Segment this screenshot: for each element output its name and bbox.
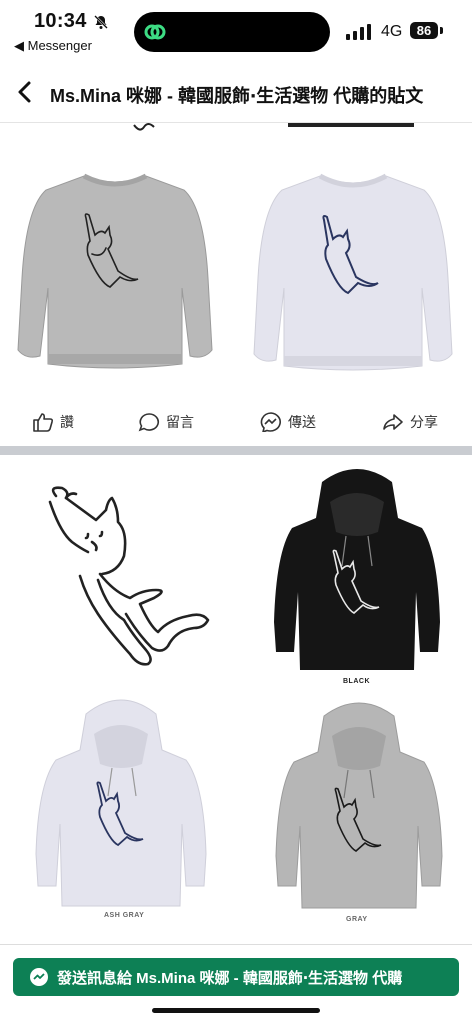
- navigation-bar: Ms.Mina 咪娜 - 韓國服飾‧生活選物 代購的貼文: [0, 62, 472, 123]
- ash-sweatshirt-photo[interactable]: [248, 168, 458, 374]
- post-divider: [0, 446, 472, 455]
- messenger-icon: [260, 412, 281, 432]
- silent-bell-icon: [94, 15, 108, 29]
- send-button[interactable]: 傳送: [260, 412, 316, 432]
- back-to-messenger[interactable]: ◀ Messenger: [14, 38, 92, 54]
- like-button[interactable]: 讚: [32, 412, 74, 432]
- link-activity-icon: [144, 24, 166, 40]
- messenger-icon: [30, 968, 48, 986]
- clock: 10:34: [34, 10, 87, 32]
- cat-sketch-illustration[interactable]: [40, 484, 210, 668]
- send-message-label: 發送訊息給 Ms.Mina 咪娜 - 韓國服飾‧生活選物 代購: [57, 969, 403, 987]
- comment-label: 留言: [166, 414, 194, 430]
- gray-sweatshirt-photo[interactable]: [14, 168, 216, 372]
- like-label: 讚: [60, 414, 74, 430]
- ash-gray-hoodie-photo[interactable]: [34, 692, 208, 910]
- thumbs-up-icon: [33, 413, 54, 432]
- network-type: 4G: [381, 23, 403, 40]
- status-bar: 10:34 ◀ Messenger 4G 86: [0, 0, 472, 62]
- share-button[interactable]: 分享: [382, 412, 438, 432]
- back-chevron-icon[interactable]: [14, 78, 36, 106]
- battery-indicator: 86: [410, 22, 438, 39]
- gray-hoodie-photo[interactable]: [274, 696, 444, 912]
- gray-caption: GRAY: [346, 916, 368, 923]
- home-indicator[interactable]: [152, 1008, 320, 1013]
- share-label: 分享: [410, 414, 438, 430]
- page-title: Ms.Mina 咪娜 - 韓國服飾‧生活選物 代購的貼文: [50, 86, 424, 106]
- post-actions-bar: 讚 留言 傳送 分享: [0, 400, 472, 446]
- comment-button[interactable]: 留言: [138, 412, 194, 432]
- black-caption: BLACK: [343, 678, 370, 685]
- dynamic-island: [134, 12, 330, 52]
- send-label: 傳送: [288, 414, 316, 430]
- ash-gray-caption: ASH GRAY: [104, 912, 145, 919]
- signal-icon: [346, 24, 371, 40]
- battery-tip: [440, 27, 443, 34]
- comment-bubble-icon: [138, 413, 160, 432]
- black-hoodie-photo[interactable]: [272, 462, 442, 674]
- previous-image-edge: [133, 123, 414, 131]
- share-arrow-icon: [383, 414, 403, 430]
- send-message-button[interactable]: 發送訊息給 Ms.Mina 咪娜 - 韓國服飾‧生活選物 代購: [13, 958, 459, 996]
